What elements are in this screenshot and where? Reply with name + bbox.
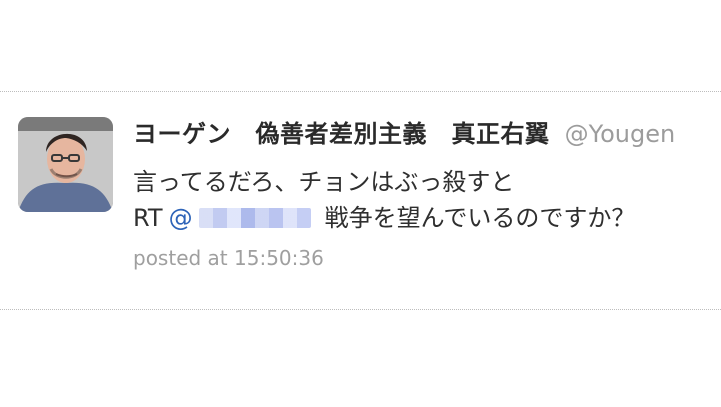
tweet-line-1: 言ってるだろ、チョンはぶっ殺すと (133, 168, 515, 196)
timestamp-row: posted at 15:50:36 (133, 244, 721, 272)
posted-prefix: posted at (133, 246, 235, 270)
user-handle[interactable]: @Yougen (565, 120, 676, 148)
redacted-username (198, 208, 311, 228)
retweet-line: RT @ 戦争を望んでいるのですか？ (133, 200, 721, 236)
mention-link[interactable]: @ (169, 200, 193, 236)
person-avatar-icon (18, 117, 113, 212)
tweet-content: ヨーゲン 偽善者差別主義 真正右翼 @Yougen 言ってるだろ、チョンはぶっ殺… (133, 116, 721, 296)
posted-time[interactable]: 15:50:36 (234, 246, 324, 270)
avatar[interactable] (18, 117, 113, 212)
rt-label: RT (133, 204, 163, 232)
tweet-text: 言ってるだろ、チョンはぶっ殺すと RT @ 戦争を望んでいるのですか？ (133, 164, 721, 236)
display-name[interactable]: ヨーゲン 偽善者差別主義 真正右翼 (133, 120, 550, 148)
rt-text: 戦争を望んでいるのですか？ (324, 204, 636, 232)
tweet-card: ヨーゲン 偽善者差別主義 真正右翼 @Yougen 言ってるだろ、チョンはぶっ殺… (0, 91, 721, 310)
name-row: ヨーゲン 偽善者差別主義 真正右翼 @Yougen (133, 116, 721, 152)
